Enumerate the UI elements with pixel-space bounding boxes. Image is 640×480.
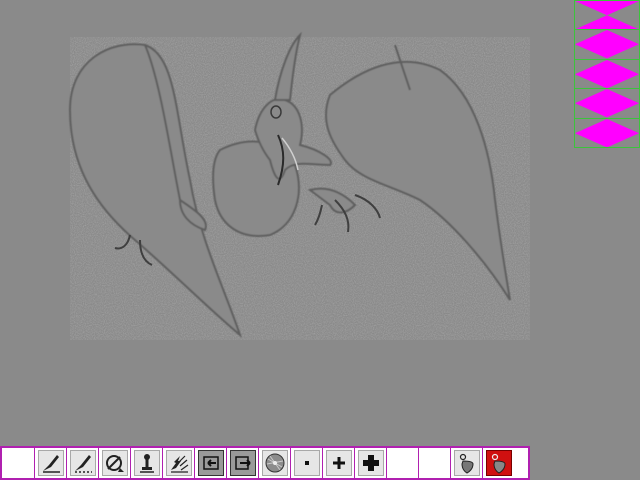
tool-disc[interactable]: [258, 448, 290, 478]
tool-large-cross[interactable]: [354, 448, 386, 478]
magenta-diamond-icon: [575, 89, 639, 118]
shield-red-icon: [491, 453, 506, 474]
tool-dotted-brush[interactable]: [66, 448, 98, 478]
eraser-icon: [105, 455, 124, 472]
palette-swatch-5[interactable]: [575, 118, 639, 148]
shield-icon: [459, 453, 474, 474]
blank-icon: [389, 450, 416, 476]
tool-blank-3[interactable]: [418, 448, 450, 478]
small-dot-icon: [304, 461, 309, 465]
splatter-icon: [170, 455, 188, 473]
dotted-brush-icon: [74, 455, 92, 473]
large-cross-icon: [362, 455, 379, 471]
tool-blank-2[interactable]: [386, 448, 418, 478]
magenta-diamond-icon: [575, 118, 639, 148]
drawing-canvas[interactable]: [0, 0, 640, 446]
tool-splatter[interactable]: [162, 448, 194, 478]
palette-swatch-3[interactable]: [575, 59, 639, 89]
tool-brush[interactable]: [34, 448, 66, 478]
tool-import[interactable]: [194, 448, 226, 478]
magenta-diamond-icon: [575, 30, 639, 59]
pattern-palette: [574, 0, 640, 148]
tool-blank-1[interactable]: [2, 448, 34, 478]
disc-icon: [265, 453, 284, 473]
tool-shield-red[interactable]: [482, 448, 514, 478]
import-icon: [202, 456, 219, 470]
tool-stamp[interactable]: [130, 448, 162, 478]
tool-eraser[interactable]: [98, 448, 130, 478]
tool-bar: [0, 446, 530, 480]
magenta-diamond-icon: [575, 1, 639, 30]
palette-swatch-4[interactable]: [575, 89, 639, 118]
small-cross-icon: [332, 457, 345, 469]
tool-small-dot[interactable]: [290, 448, 322, 478]
brush-stroke-icon: [42, 455, 60, 473]
stamp-icon: [139, 454, 154, 473]
blank-icon: [5, 450, 31, 476]
palette-swatch-1[interactable]: [575, 1, 639, 30]
magenta-diamond-icon: [575, 59, 639, 89]
export-icon: [234, 456, 251, 470]
blank-icon: [421, 450, 448, 476]
tool-export[interactable]: [226, 448, 258, 478]
tool-shield[interactable]: [450, 448, 482, 478]
tool-small-cross[interactable]: [322, 448, 354, 478]
palette-swatch-2[interactable]: [575, 30, 639, 59]
pterodactyl-emboss: [68, 31, 530, 340]
